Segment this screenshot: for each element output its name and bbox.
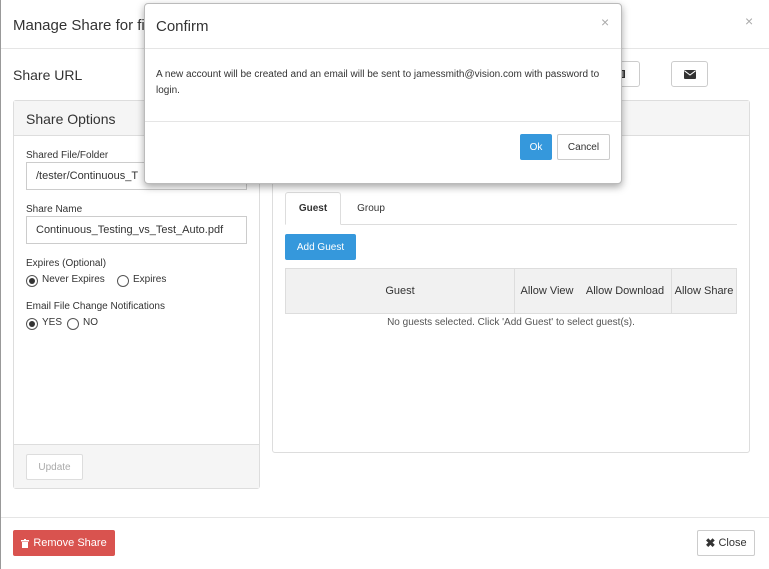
cancel-button[interactable]: Cancel [557,134,610,160]
share-name-label: Share Name [26,204,83,215]
col-guest[interactable]: Guest [286,269,514,313]
notify-yes-radio[interactable] [26,318,38,330]
footer-divider [1,517,769,518]
col-allow-share[interactable]: Allow Share [672,269,736,313]
notify-label: Email File Change Notifications [26,301,165,312]
notify-yes-label: YES [42,317,63,328]
close-icon: ✖ [705,536,716,550]
add-guest-button[interactable]: Add Guest [285,234,356,260]
modal-title: Manage Share for fi [13,17,145,34]
close-button[interactable]: ✖ Close [697,530,755,556]
never-expires-radio[interactable] [26,275,38,287]
expires-radio[interactable] [117,275,129,287]
modal-close-x[interactable]: × [745,13,753,29]
empty-guests-message: No guests selected. Click 'Add Guest' to… [387,317,635,328]
expires-label: Expires (Optional) [26,258,107,269]
notify-no-radio[interactable] [67,318,79,330]
confirm-dialog: Confirm × A new account will be created … [144,3,622,184]
ok-button[interactable]: Ok [520,134,552,160]
envelope-icon [683,69,696,79]
update-button[interactable]: Update [26,454,83,480]
confirm-title: Confirm [156,18,209,35]
share-url-label: Share URL [13,67,83,83]
share-options-heading: Share Options [26,111,116,127]
col-allow-view[interactable]: Allow View [515,269,579,313]
confirm-header-divider [145,48,621,49]
expires-option-label: Expires [133,274,167,285]
trash-icon [21,538,30,548]
confirm-footer-divider [145,121,621,122]
remove-share-label: Remove Share [33,537,107,549]
confirm-message: A new account will be created and an ema… [156,69,600,96]
never-expires-label: Never Expires [42,274,105,285]
tab-group[interactable]: Group [347,192,395,225]
email-url-button[interactable] [671,61,708,87]
guest-table-header: Guest Allow View Allow Download Allow Sh… [285,268,737,314]
close-label: Close [718,537,747,549]
col-allow-download[interactable]: Allow Download [579,269,671,313]
confirm-close-x[interactable]: × [601,14,609,30]
share-name-input[interactable]: Continuous_Testing_vs_Test_Auto.pdf [26,216,247,244]
remove-share-button[interactable]: Remove Share [13,530,115,556]
tab-guest[interactable]: Guest [285,192,341,225]
notify-no-label: NO [83,317,98,328]
shared-file-label: Shared File/Folder [26,150,109,161]
